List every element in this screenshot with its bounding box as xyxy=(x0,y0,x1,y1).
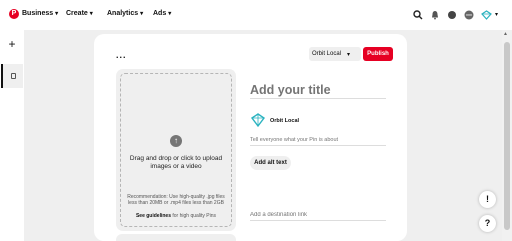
nav-ads-label: Ads xyxy=(153,10,167,17)
tips-button[interactable]: ! xyxy=(479,191,496,208)
chevron-down-icon: ▾ xyxy=(55,11,59,17)
top-nav-bar: P Business ▾ Create ▾ Analytics ▾ Ads ▾ ▾ xyxy=(0,0,512,30)
upload-arrow-icon: ↑ xyxy=(170,135,182,147)
ellipsis-icon[interactable] xyxy=(463,9,474,20)
board-select-value: Orbit Local xyxy=(312,51,342,57)
search-icon[interactable] xyxy=(412,9,423,20)
description-input[interactable] xyxy=(250,135,386,146)
nav-analytics[interactable]: Analytics ▾ xyxy=(107,10,143,17)
nav-business[interactable]: Business ▾ xyxy=(22,10,58,17)
nav-ads[interactable]: Ads ▾ xyxy=(153,10,171,17)
scrollbar-thumb[interactable] xyxy=(504,42,510,230)
account-name: Orbit Local xyxy=(270,118,300,124)
guidelines-link[interactable]: See guidelines xyxy=(136,213,171,219)
title-input[interactable] xyxy=(250,81,386,99)
next-upload-slot xyxy=(116,234,236,241)
bell-icon[interactable] xyxy=(429,9,440,20)
upload-recommendation: Recommendation: Use high-quality .jpg fi… xyxy=(127,194,225,206)
add-pin-button[interactable]: + xyxy=(4,36,20,52)
profile-avatar[interactable] xyxy=(480,8,493,21)
chevron-down-icon: ▾ xyxy=(347,51,351,58)
more-options-button[interactable]: ... xyxy=(116,50,127,60)
scrollbar[interactable] xyxy=(502,30,512,241)
left-rail xyxy=(0,30,24,241)
chevron-down-icon: ▾ xyxy=(140,11,144,17)
add-alt-text-button[interactable]: Add alt text xyxy=(250,156,291,170)
pinterest-logo-icon[interactable]: P xyxy=(9,9,19,19)
scroll-up-icon[interactable]: ▲ xyxy=(503,31,508,37)
guidelines-text: See guidelines for high quality Pins xyxy=(124,213,228,219)
upload-area[interactable] xyxy=(116,69,236,231)
draft-thumbnail-icon xyxy=(10,73,16,79)
upload-instructions: Drag and drop or click to upload images … xyxy=(129,155,223,170)
chat-icon[interactable] xyxy=(446,9,457,20)
destination-link-input[interactable] xyxy=(250,209,386,221)
publish-button[interactable]: Publish xyxy=(363,47,393,61)
nav-create[interactable]: Create ▾ xyxy=(66,10,93,17)
board-select[interactable]: Orbit Local ▾ xyxy=(309,47,361,61)
chevron-down-icon: ▾ xyxy=(168,11,172,17)
chevron-down-icon: ▾ xyxy=(89,11,93,17)
guidelines-suffix: for high quality Pins xyxy=(170,213,217,219)
account-avatar xyxy=(250,112,266,128)
help-button[interactable]: ? xyxy=(479,215,496,232)
chevron-down-icon[interactable]: ▾ xyxy=(495,11,498,18)
draft-item[interactable] xyxy=(1,64,23,88)
nav-analytics-label: Analytics xyxy=(107,10,139,17)
nav-business-label: Business xyxy=(22,10,54,17)
nav-create-label: Create xyxy=(66,10,88,17)
